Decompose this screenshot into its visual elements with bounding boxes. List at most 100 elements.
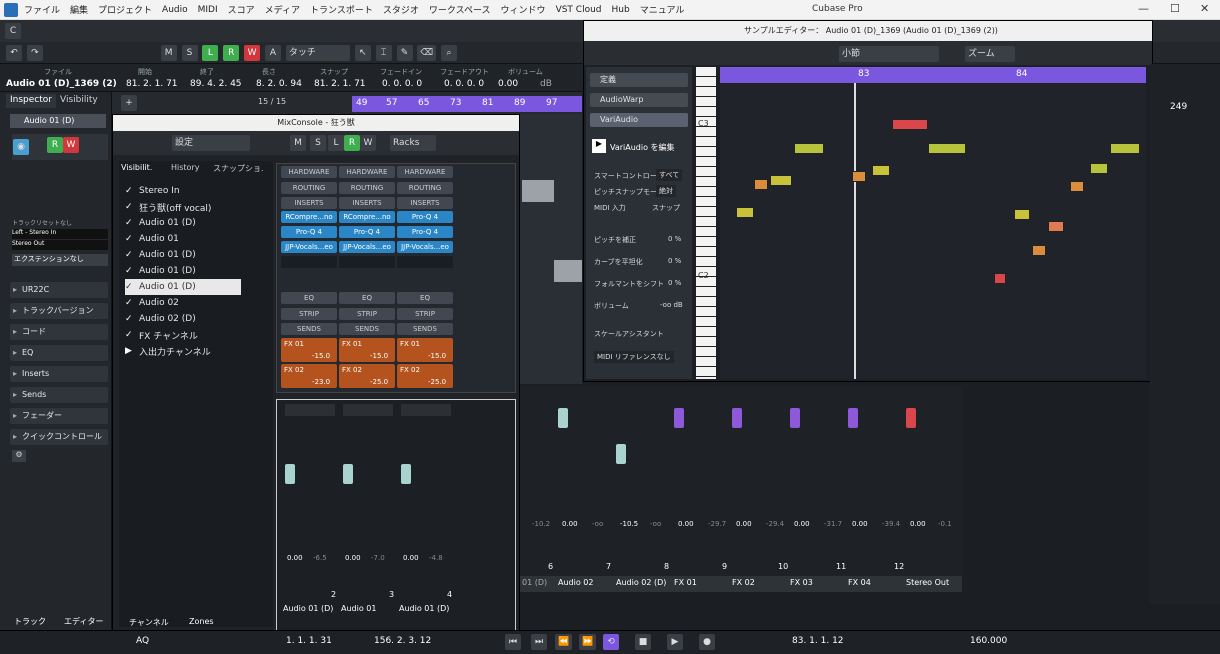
fader-value[interactable]: 0.00 [678,520,694,528]
minimize-icon[interactable]: — [1138,2,1149,15]
section-chord[interactable]: コード [10,324,108,340]
volume-fader[interactable] [848,408,858,428]
pitch-correct-value[interactable]: 0 % [668,235,681,243]
pitch-segment[interactable] [736,207,754,218]
redo-icon[interactable]: ↷ [26,45,43,61]
send-slot[interactable]: FX 02 -25.0 [339,364,395,388]
sends-label[interactable]: SENDS [397,323,453,335]
sends-label[interactable]: SENDS [281,323,337,335]
monitor-icon[interactable]: ◉ [13,139,29,155]
insert-slot[interactable]: RCompre...no [281,211,337,223]
insert-slot[interactable]: Pro-Q 4 [281,226,337,238]
volume-fader[interactable] [906,408,916,428]
routing-label[interactable]: ROUTING [397,182,453,194]
automation-mode-select[interactable]: タッチ [285,45,350,61]
hardware-label[interactable]: HARDWARE [281,166,337,178]
pitch-segment[interactable] [1014,209,1030,220]
section-variaudio[interactable]: VariAudio [590,113,688,127]
cycle-icon[interactable]: ⟲ [603,634,619,650]
file-value[interactable]: Audio 01 (D)_1369 (2) [6,79,117,89]
aq-button[interactable]: AQ [136,636,149,646]
tab-visibility[interactable]: Visibility [56,94,102,108]
cubase-menu-icon[interactable]: C [5,23,21,39]
menu-vstcloud[interactable]: VST Cloud [556,5,602,15]
sends-label[interactable]: SENDS [339,323,395,335]
insert-slot[interactable]: Pro-Q 4 [397,226,453,238]
menu-audio[interactable]: Audio [162,5,188,15]
section-track-version[interactable]: トラックバージョン [10,303,108,319]
listen-button[interactable]: L [202,45,219,61]
list-item[interactable]: ✓ FX チャンネル [125,327,198,343]
fader-value[interactable]: 0.00 [562,520,578,528]
tab-history[interactable]: History [171,163,199,172]
settings-select[interactable]: 設定 [172,135,250,151]
section-sends[interactable]: Sends [10,387,108,403]
read-button[interactable]: R [344,135,360,151]
volume-fader[interactable] [285,464,295,484]
section-inserts[interactable]: Inserts [10,366,108,382]
tab-channel[interactable]: チャンネル [129,617,169,628]
section-ur22c[interactable]: UR22C [10,282,108,298]
add-track-icon[interactable]: + [121,95,137,111]
list-item[interactable]: ✓ Stereo In [125,183,180,199]
primary-time-display[interactable]: 83. 1. 1. 12 [792,636,844,646]
menu-transport[interactable]: トランスポート [310,3,373,16]
range-tool-icon[interactable]: ⌶ [375,45,392,61]
menu-manual[interactable]: マニュアル [640,3,685,16]
menu-project[interactable]: プロジェクト [98,3,152,16]
tab-visibility[interactable]: Visibilit. [121,163,152,172]
menu-studio[interactable]: スタジオ [383,3,419,16]
pitch-segment[interactable] [1032,245,1046,256]
scale-assistant-label[interactable]: スケールアシスタント [594,329,664,339]
playhead[interactable] [854,83,856,379]
section-definition[interactable]: 定義 [590,73,688,87]
fader-value[interactable]: -10.5 [620,520,638,528]
insert-slot[interactable]: Pro-Q 4 [339,226,395,238]
hardware-label[interactable]: HARDWARE [397,166,453,178]
menu-file[interactable]: ファイル [24,3,60,16]
midi-reference-select[interactable]: MIDI リファレンスなし [594,351,674,363]
send-slot[interactable]: FX 01 -15.0 [281,338,337,362]
extension-select[interactable]: エクステンションなし [12,254,108,266]
list-item[interactable]: ✓ Audio 02 (D) [125,311,196,327]
pan-knob[interactable] [401,404,451,416]
formant-shift-label[interactable]: フォルマントをシフト [594,279,664,289]
solo-button[interactable]: S [181,45,198,61]
audio-event[interactable] [522,180,554,202]
menu-edit[interactable]: 編集 [70,3,88,16]
sample-ruler[interactable]: 83 84 [720,67,1146,83]
fadeout-value[interactable]: 0. 0. 0. 0 [444,79,484,89]
volume-fader[interactable] [790,408,800,428]
audio-event[interactable] [554,260,582,282]
list-item[interactable]: ✓ Audio 02 [125,295,179,311]
pan-knob[interactable] [343,404,393,416]
stop-icon[interactable]: ■ [635,634,651,650]
tab-zones[interactable]: Zones [189,617,214,626]
list-item[interactable]: ✓ Audio 01 (D) [125,263,196,279]
pointer-tool-icon[interactable]: ↖ [354,45,371,61]
list-item[interactable]: ✓ Audio 01 [125,231,179,247]
pitch-correct-label[interactable]: ピッチを補正 [594,235,636,245]
pitch-segment[interactable] [754,179,768,190]
tab-editor[interactable]: エディター [64,616,103,627]
edit-variaudio-label[interactable]: VariAudio を編集 [610,142,675,153]
channel-name[interactable]: Audio 02 [558,578,593,587]
fader-value[interactable]: 0.00 [910,520,926,528]
mute-button[interactable]: M [290,135,306,151]
send-slot[interactable]: FX 02 -25.0 [397,364,453,388]
pitch-segment[interactable] [872,165,890,176]
volume-label[interactable]: ボリューム [594,301,629,311]
snap-label[interactable]: スナップ [652,203,680,213]
volume-fader[interactable] [616,444,626,464]
close-icon[interactable]: ✕ [1200,2,1209,15]
pan-knob[interactable] [285,404,335,416]
insert-slot[interactable]: JJP-Vocals...eo [281,241,337,253]
list-item-selected[interactable]: ✓ Audio 01 (D) [125,279,241,295]
list-item[interactable]: ✓ Audio 01 (D) [125,215,196,231]
fader-value[interactable]: 0.00 [345,554,361,562]
arrange-area[interactable] [520,114,582,384]
right-locator[interactable]: 156. 2. 3. 12 [374,636,431,646]
input-routing[interactable]: Left - Stereo In [12,229,108,239]
racks-select[interactable]: Racks [390,135,436,151]
curve-flatten-label[interactable]: カーブを平坦化 [594,257,643,267]
